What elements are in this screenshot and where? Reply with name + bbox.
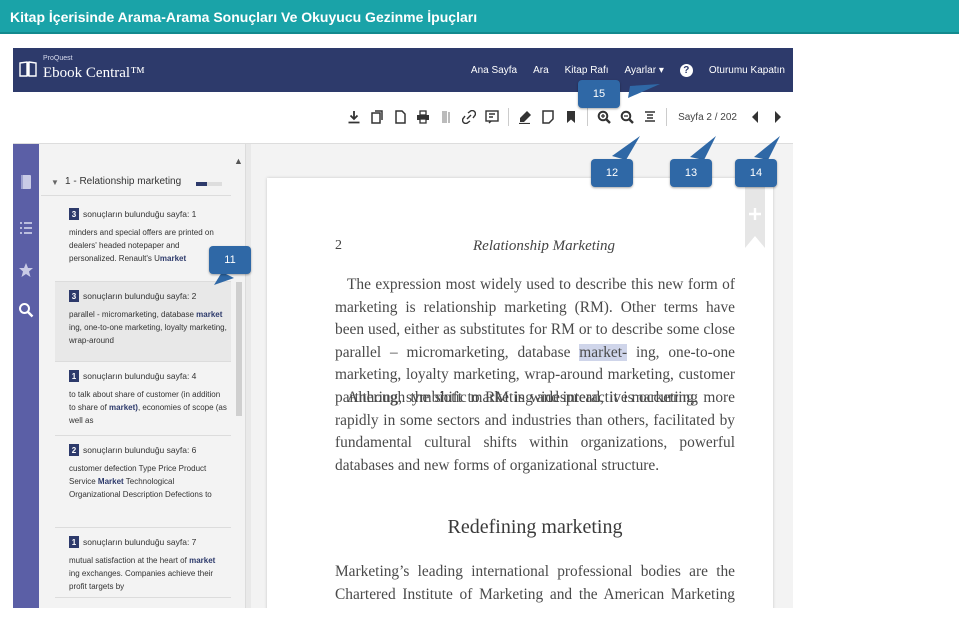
result-count-badge: 3 (69, 208, 79, 220)
app-topbar: ProQuest Ebook Central™ Ana Sayfa Ara Ki… (13, 48, 793, 92)
top-nav: Ana Sayfa Ara Kitap Rafı Ayarlar ▾ ? Otu… (471, 48, 785, 92)
result-match: market (159, 254, 187, 263)
chapter-progress-fill (196, 182, 207, 186)
result-snippet: minders and special offers are printed o… (69, 228, 214, 263)
search-icon[interactable] (18, 302, 34, 318)
scroll-up-icon[interactable]: ▲ (234, 156, 243, 166)
reader-toolbar: Sayfa 2 / 202 (13, 92, 793, 144)
paragraph-3: Marketing’s leading international profes… (335, 563, 735, 603)
paragraph-2: Although the shift to RM is widespread, … (335, 389, 735, 474)
cite-icon[interactable] (483, 107, 501, 127)
chapter-header[interactable]: ▼ 1 - Relationship marketing (41, 152, 231, 196)
nav-bookshelf-link[interactable]: Kitap Rafı (565, 65, 609, 76)
section-heading: Redefining marketing (447, 516, 623, 538)
result-match: market (196, 310, 223, 319)
fit-page-icon[interactable] (641, 107, 659, 127)
running-head: Relationship Marketing (473, 238, 616, 254)
brand-proquest: ProQuest (43, 55, 73, 62)
callout-11: 11 (209, 246, 251, 274)
results-scroll-thumb[interactable] (236, 282, 242, 416)
result-page-label: sonuçların bulunduğu sayfa: 6 (83, 445, 197, 455)
left-rail (13, 144, 45, 608)
result-snippet: mutual satisfaction at the heart of mark… (69, 556, 216, 591)
toolbar-separator (666, 108, 668, 126)
callout-15: 15 (578, 80, 620, 108)
result-match: Market (97, 477, 124, 486)
table-of-contents-icon[interactable] (18, 220, 34, 236)
result-item[interactable]: 2 sonuçların bulunduğu sayfa: 6 customer … (55, 436, 231, 528)
book-icon[interactable] (437, 107, 455, 127)
print-icon[interactable] (414, 107, 432, 127)
open-book-logo-icon (19, 61, 37, 77)
search-results-panel: ▼ 1 - Relationship marketing 3 sonuçların… (41, 144, 243, 608)
result-snippet: to talk about share of customer (in addi… (69, 390, 227, 425)
toolbar-separator (587, 108, 589, 126)
highlight-icon[interactable] (516, 107, 534, 127)
brand-ebook-central[interactable]: Ebook Central™ (43, 65, 145, 82)
result-count-badge: 2 (69, 444, 79, 456)
slide-header: Kitap İçerisinde Arama-Arama Sonuçları V… (0, 0, 959, 34)
nav-logout-link[interactable]: Oturumu Kapatın (709, 65, 785, 76)
result-count-badge: 1 (69, 536, 79, 548)
toolbar-separator (508, 108, 510, 126)
result-item[interactable]: 3 sonuçların bulunduğu sayfa: 1 minders a… (55, 200, 231, 282)
note-icon[interactable] (539, 107, 557, 127)
result-count-badge: 1 (69, 370, 79, 382)
nav-search-link[interactable]: Ara (533, 65, 549, 76)
toolbar-tools: Sayfa 2 / 202 (345, 106, 787, 128)
chevron-down-icon[interactable]: ▼ (51, 178, 59, 187)
next-page-icon[interactable] (769, 107, 787, 127)
prev-page-icon[interactable] (746, 107, 764, 127)
nav-home-link[interactable]: Ana Sayfa (471, 65, 517, 76)
panel-divider[interactable] (245, 144, 251, 608)
result-snippet: parallel - micromarketing, database mark… (69, 310, 227, 345)
result-match: market (189, 556, 216, 565)
result-item-active[interactable]: 3 sonuçların bulunduğu sayfa: 2 parallel … (55, 282, 231, 362)
result-page-label: sonuçların bulunduğu sayfa: 7 (83, 537, 197, 547)
download-icon[interactable] (345, 107, 363, 127)
result-count-badge: 3 (69, 290, 79, 302)
result-match: market) (109, 403, 138, 412)
ebook-screenshot: ProQuest Ebook Central™ Ana Sayfa Ara Ki… (13, 48, 793, 608)
result-page-label: sonuçların bulunduğu sayfa: 4 (83, 371, 197, 381)
result-item[interactable]: 1 sonuçların bulunduğu sayfa: 7 mutual sa… (55, 528, 231, 598)
page-bookmark-icon[interactable] (745, 178, 765, 248)
page-number: 2 (335, 238, 342, 253)
chapter-progress-bar (196, 182, 222, 186)
copy-pages-icon[interactable] (368, 107, 386, 127)
callout-13: 13 (670, 159, 712, 187)
result-snippet: customer defection Type Price Product Se… (69, 464, 212, 499)
help-icon[interactable]: ? (679, 63, 693, 77)
callout-14: 14 (735, 159, 777, 187)
callout-12: 12 (591, 159, 633, 187)
bookmark-icon[interactable] (562, 107, 580, 127)
zoom-in-icon[interactable] (595, 107, 613, 127)
slide-title: Kitap İçerisinde Arama-Arama Sonuçları V… (10, 9, 478, 25)
page-indicator[interactable]: Sayfa 2 / 202 (674, 112, 741, 123)
chapter-title: 1 - Relationship marketing (65, 176, 182, 187)
result-page-label: sonuçların bulunduğu sayfa: 1 (83, 209, 197, 219)
link-icon[interactable] (460, 107, 478, 127)
search-hit-highlight: market- (579, 343, 628, 361)
book-page: 2 Relationship Marketing The expression … (267, 178, 773, 608)
document-icon[interactable] (391, 107, 409, 127)
star-icon[interactable] (18, 262, 34, 278)
nav-settings-menu[interactable]: Ayarlar ▾ (625, 65, 664, 76)
zoom-out-icon[interactable] (618, 107, 636, 127)
result-page-label: sonuçların bulunduğu sayfa: 2 (83, 291, 197, 301)
book-cover-icon[interactable] (18, 174, 34, 190)
result-item[interactable]: 1 sonuçların bulunduğu sayfa: 4 to talk a… (55, 362, 231, 436)
